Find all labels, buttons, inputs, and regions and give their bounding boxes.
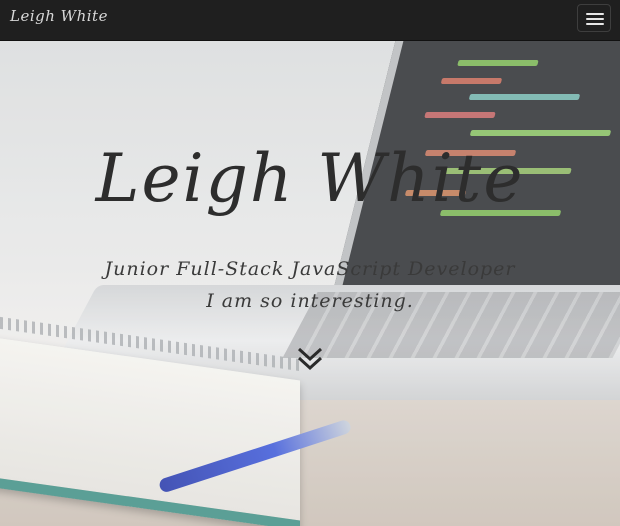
hero-subtitle: Junior Full-Stack JavaScript Developer bbox=[104, 258, 516, 280]
top-navbar: Leigh White bbox=[0, 0, 620, 41]
hero-tagline: I am so interesting. bbox=[206, 290, 414, 312]
menu-toggle-button[interactable] bbox=[577, 4, 611, 32]
hero-section: Leigh White Junior Full-Stack JavaScript… bbox=[0, 40, 620, 526]
scroll-down-button[interactable] bbox=[296, 346, 324, 372]
hero-title: Leigh White bbox=[95, 140, 525, 217]
double-chevron-down-icon bbox=[297, 347, 323, 371]
navbar-brand[interactable]: Leigh White bbox=[10, 7, 108, 25]
